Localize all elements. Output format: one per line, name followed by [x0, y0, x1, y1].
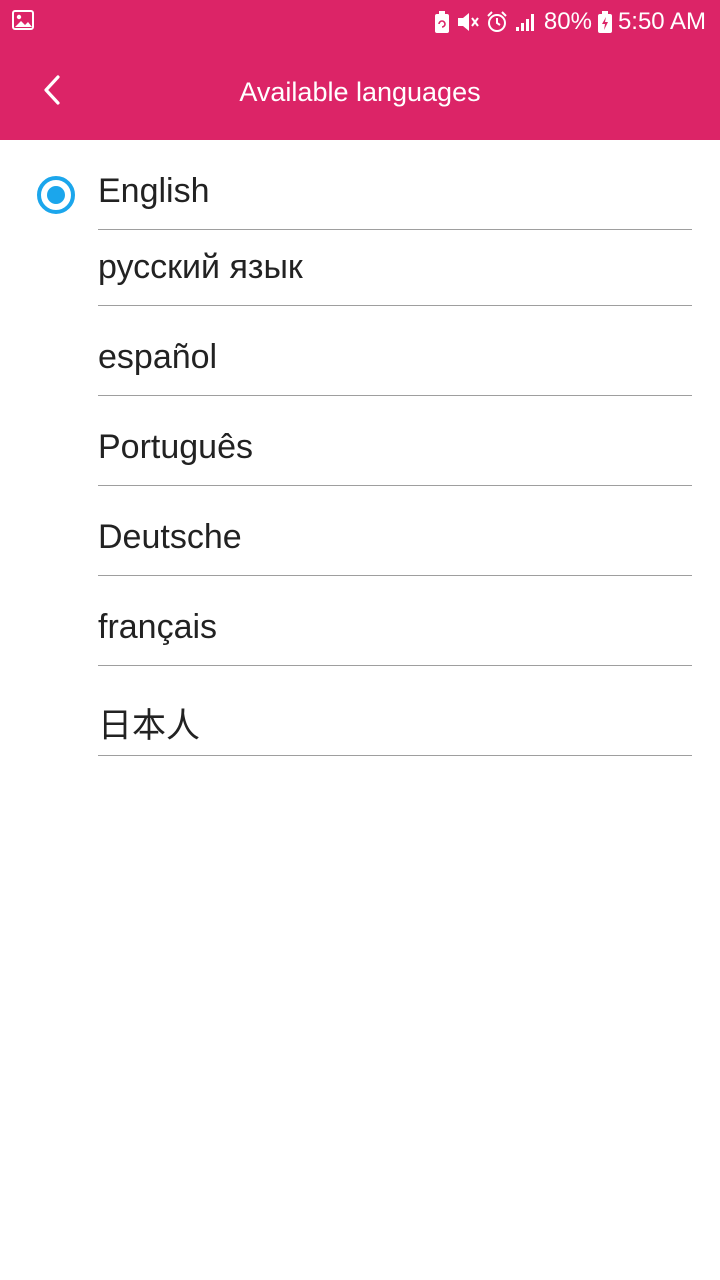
toolbar: Available languages: [0, 44, 720, 140]
language-item-german[interactable]: Deutsche: [0, 486, 720, 576]
language-label: Deutsche: [98, 518, 242, 556]
chevron-left-icon: [40, 74, 64, 111]
mute-icon: [456, 11, 480, 33]
language-label: English: [98, 172, 210, 210]
battery-saver-icon: [434, 11, 450, 33]
language-item-english[interactable]: English: [0, 140, 720, 230]
back-button[interactable]: [22, 62, 82, 122]
language-label: español: [98, 338, 218, 376]
page-title: Available languages: [239, 77, 481, 107]
language-item-spanish[interactable]: español: [0, 306, 720, 396]
app-header: 80% 5:50 AM Available languages: [0, 0, 720, 140]
status-icons: 80% 5:50 AM: [434, 6, 706, 38]
language-item-russian[interactable]: русский язык: [0, 230, 720, 306]
language-list: English русский язык español Português D…: [0, 140, 720, 756]
language-label: русский язык: [98, 248, 303, 286]
language-label: Português: [98, 428, 253, 466]
language-item-french[interactable]: français: [0, 576, 720, 666]
language-label: français: [98, 608, 218, 646]
signal-icon: [514, 12, 538, 32]
language-item-japanese[interactable]: 日本人: [0, 666, 720, 756]
battery-percent: 80%: [543, 8, 592, 35]
battery-charging-icon: [597, 11, 612, 33]
radio-selected-icon[interactable]: [37, 176, 75, 214]
alarm-icon: [486, 11, 508, 33]
status-time: 5:50 AM: [617, 8, 706, 35]
status-bar: 80% 5:50 AM: [0, 0, 720, 44]
language-item-portuguese[interactable]: Português: [0, 396, 720, 486]
language-label: 日本人: [98, 707, 200, 745]
gallery-icon: [12, 10, 34, 30]
